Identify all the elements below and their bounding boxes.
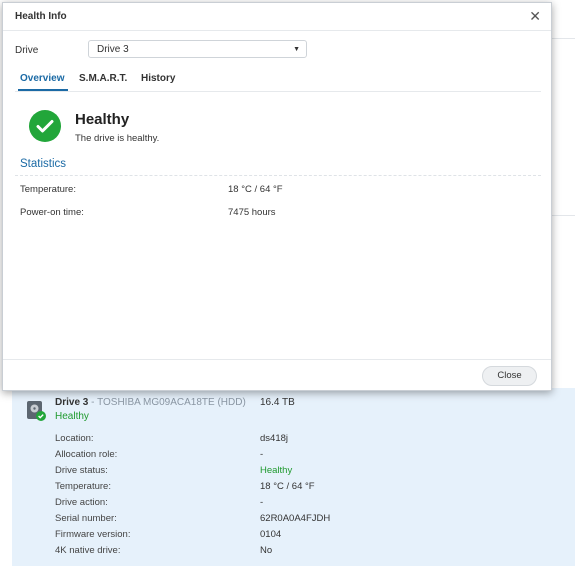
detail-label: Drive action: — [55, 497, 108, 508]
background-divider — [549, 215, 575, 216]
detail-label: Firmware version: — [55, 529, 131, 540]
detail-label: Temperature: — [55, 481, 111, 492]
caret-down-icon: ▼ — [293, 46, 300, 53]
tab-smart[interactable]: S.M.A.R.T. — [79, 73, 127, 84]
drive-select-value: Drive 3 — [97, 44, 129, 55]
detail-label: Serial number: — [55, 513, 117, 524]
drive-name: Drive 3 — [55, 397, 89, 408]
drive-field-label: Drive — [15, 45, 39, 56]
drive-size: 16.4 TB — [260, 397, 295, 408]
detail-label: Allocation role: — [55, 449, 118, 460]
health-info-dialog: Health Info ✕ Drive Drive 3 ▼ Overview S… — [2, 2, 552, 391]
detail-value: - — [260, 449, 264, 460]
drive-title: Drive 3 - TOSHIBA MG09ACA18TE (HDD) — [55, 397, 246, 408]
title-divider — [3, 30, 551, 31]
detail-value: No — [260, 545, 273, 556]
statistics-heading: Statistics — [20, 158, 67, 170]
tab-overview[interactable]: Overview — [20, 73, 64, 84]
drive-health-status: Healthy — [55, 411, 89, 422]
check-circle-icon — [29, 110, 61, 142]
detail-value: 62R0A0A4FJDH — [260, 513, 331, 524]
detail-label: Drive status: — [55, 465, 108, 476]
detail-value: 18 °C / 64 °F — [260, 481, 315, 492]
status-description: The drive is healthy. — [75, 133, 160, 144]
tab-divider — [15, 91, 541, 92]
footer-divider — [3, 359, 551, 360]
stat-value: 7475 hours — [228, 207, 276, 218]
detail-value: 0104 — [260, 529, 282, 540]
drive-detail-panel[interactable]: Drive 3 - TOSHIBA MG09ACA18TE (HDD) 16.4… — [12, 388, 575, 566]
stat-label: Temperature: — [20, 184, 76, 195]
close-icon[interactable]: ✕ — [529, 8, 541, 25]
hdd-healthy-icon — [27, 401, 46, 421]
detail-value: - — [260, 497, 264, 508]
stat-value: 18 °C / 64 °F — [228, 184, 283, 195]
close-button[interactable]: Close — [482, 366, 537, 386]
detail-value: Healthy — [260, 465, 293, 476]
drive-model: - TOSHIBA MG09ACA18TE (HDD) — [88, 397, 246, 408]
drive-select[interactable]: Drive 3 ▼ — [88, 40, 307, 58]
background-divider — [549, 38, 575, 39]
detail-value: ds418j — [260, 433, 288, 444]
tab-history[interactable]: History — [141, 73, 175, 84]
stat-label: Power-on time: — [20, 207, 84, 218]
detail-label: 4K native drive: — [55, 545, 121, 556]
statistics-divider — [15, 175, 541, 176]
detail-label: Location: — [55, 433, 94, 444]
status-title: Healthy — [75, 111, 130, 128]
dialog-title: Health Info — [15, 11, 67, 22]
active-tab-indicator — [18, 89, 68, 91]
